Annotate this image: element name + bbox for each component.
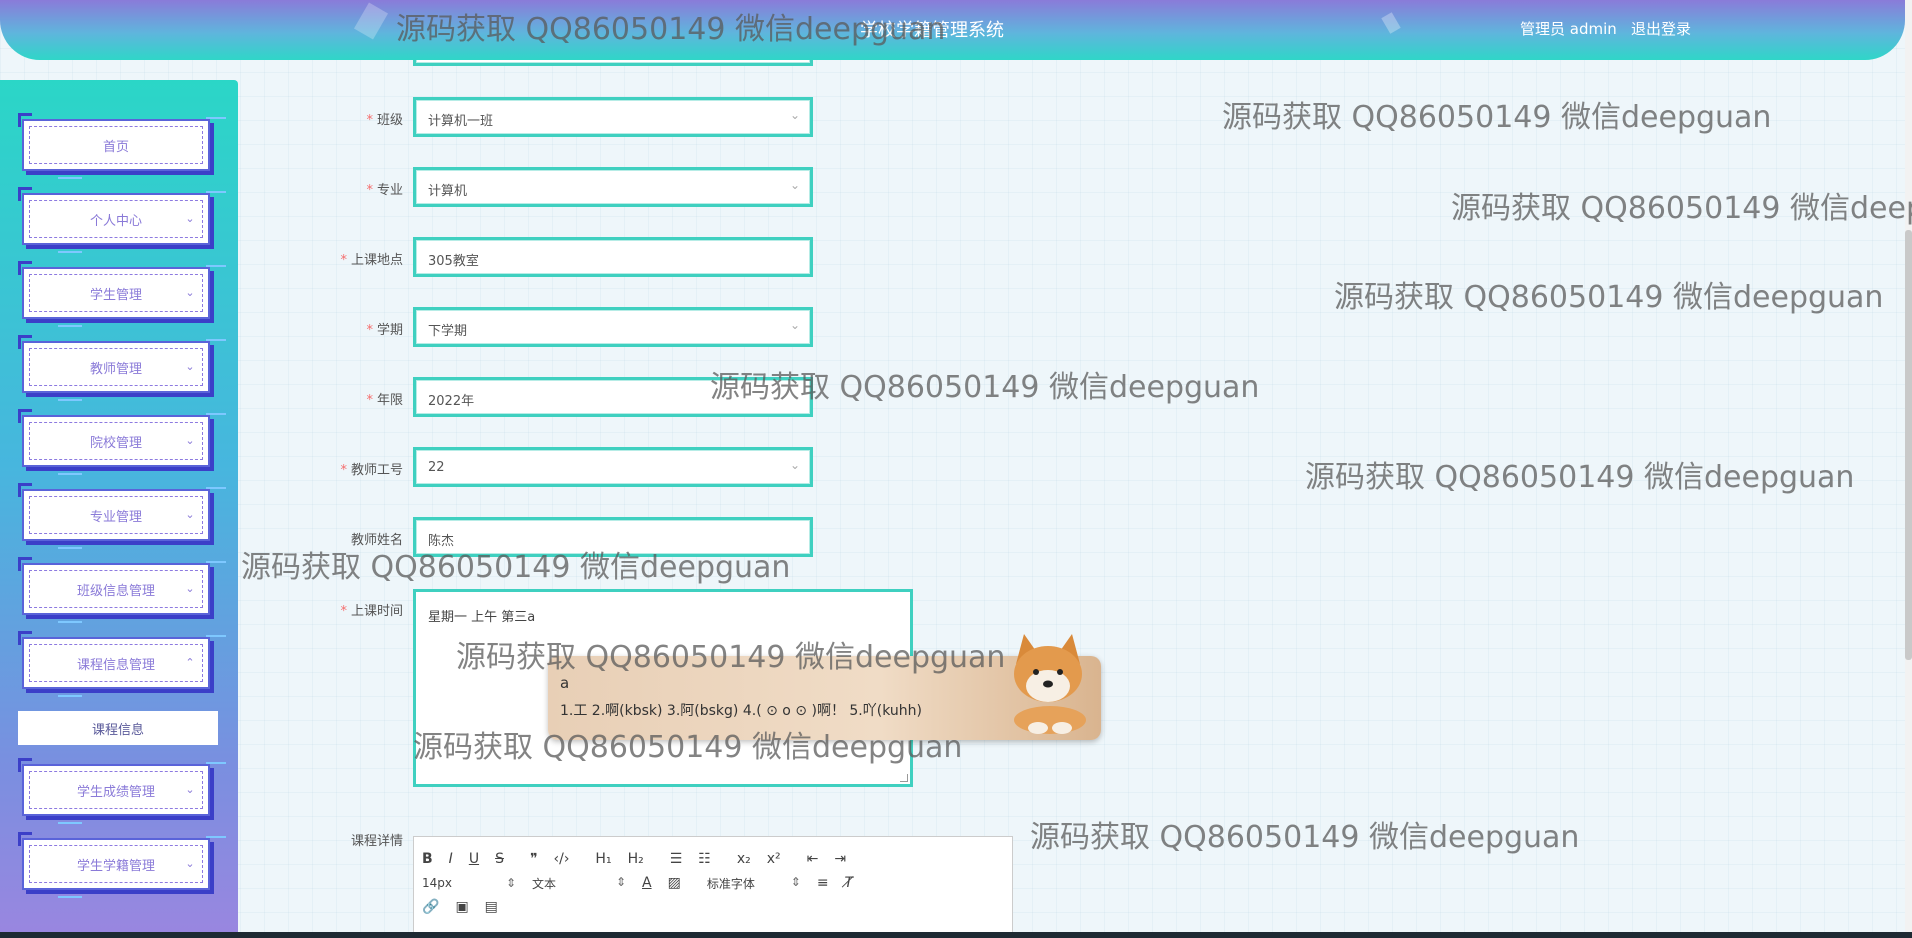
sidebar-subitem-course-info[interactable]: 课程信息	[18, 711, 218, 745]
chevron-down-icon: ⌄	[789, 178, 800, 192]
term-select[interactable]: 下学期 ⌄	[413, 307, 813, 347]
sidebar-item-label: 学生管理	[29, 274, 203, 312]
shiba-dog-icon	[1014, 634, 1086, 734]
ordered-list-icon[interactable]: ☰	[662, 851, 691, 867]
header-decoration	[1381, 12, 1401, 34]
sidebar-item-student-management[interactable]: 学生管理 ⌄	[18, 261, 226, 327]
sidebar-item-personal-center[interactable]: 个人中心 ⌄	[18, 187, 226, 253]
font-color-icon[interactable]: A	[634, 875, 660, 891]
editor-toolbar-row-2: 14px ⇕ 文本 ⇕ A ▨ 标准字体 ⇕ ≡ T̸	[414, 871, 861, 895]
sidebar-item-label: 院校管理	[29, 422, 203, 460]
chevron-down-icon: ⌄	[789, 108, 800, 122]
chevron-down-icon: ⌄	[789, 458, 800, 472]
sidebar-item-major-management[interactable]: 专业管理 ⌄	[18, 483, 226, 549]
block-type-select[interactable]: 文本 ⇕	[524, 875, 634, 892]
year-label: * 年限	[366, 393, 403, 408]
header-decoration	[353, 2, 389, 40]
watermark: 源码获取 QQ86050149 微信deepguan	[1334, 280, 1884, 315]
teacher-id-select[interactable]: 22 ⌄	[413, 447, 813, 487]
chevron-down-icon: ⌄	[185, 857, 195, 870]
watermark: 源码获取 QQ86050149 微信deepguan	[1030, 820, 1580, 855]
watermark: 源码获取 QQ86050149 微信deepguan	[1222, 100, 1772, 135]
font-size-select[interactable]: 14px ⇕	[414, 876, 524, 890]
chevron-down-icon: ⌄	[185, 434, 195, 447]
location-input[interactable]: 305教室	[413, 237, 813, 277]
teacher-id-label: * 教师工号	[340, 463, 403, 478]
superscript-icon[interactable]: x²	[759, 851, 789, 867]
background-color-icon[interactable]: ▨	[660, 875, 689, 891]
link-icon[interactable]: 🔗	[414, 899, 447, 915]
sidebar-item-class-info-management[interactable]: 班级信息管理 ⌄	[18, 557, 226, 623]
logout-link[interactable]: 退出登录	[1631, 18, 1691, 39]
font-family-select[interactable]: 标准字体 ⇕	[699, 875, 809, 892]
course-detail-label: 课程详情	[350, 834, 403, 849]
blockquote-icon[interactable]: ❞	[522, 851, 546, 867]
align-icon[interactable]: ≡	[809, 875, 837, 891]
sidebar-item-label: 首页	[29, 126, 203, 164]
sidebar-item-label: 学生学籍管理	[29, 845, 203, 883]
video-icon[interactable]: ▤	[477, 899, 506, 915]
heading-2-icon[interactable]: H₂	[620, 851, 652, 867]
sidebar-item-teacher-management[interactable]: 教师管理 ⌄	[18, 335, 226, 401]
sidebar-item-course-info-management[interactable]: 课程信息管理 ⌃	[18, 631, 226, 697]
chevron-down-icon: ⌄	[789, 318, 800, 332]
current-user: 管理员 admin	[1520, 20, 1617, 38]
top-header: 学校学籍管理系统 管理员 admin 退出登录	[0, 0, 1905, 60]
chevron-up-icon: ⌃	[185, 656, 195, 669]
taskbar-edge	[0, 932, 1912, 938]
sidebar-item-home[interactable]: 首页	[18, 113, 226, 179]
strikethrough-icon[interactable]: S	[487, 851, 512, 867]
watermark: 源码获取 QQ86050149 微信deepguan	[1451, 191, 1912, 226]
underline-icon[interactable]: U	[461, 851, 487, 867]
code-block-icon[interactable]: ‹/›	[546, 851, 578, 867]
page-scrollbar[interactable]	[1905, 0, 1912, 938]
chevron-down-icon: ⌄	[185, 360, 195, 373]
sidebar-item-label: 个人中心	[29, 200, 203, 238]
sidebar-item-label: 专业管理	[29, 496, 203, 534]
class-time-label: * 上课时间	[340, 604, 403, 619]
subscript-icon[interactable]: x₂	[729, 851, 759, 867]
chevron-down-icon: ⌄	[185, 582, 195, 595]
bold-icon[interactable]: B	[414, 851, 441, 867]
sidebar-item-label: 课程信息管理	[29, 644, 203, 682]
image-icon[interactable]: ▣	[447, 899, 476, 915]
major-select[interactable]: 计算机 ⌄	[413, 167, 813, 207]
editor-toolbar-row-1: B I U S ❞ ‹/› H₁ H₂ ☰ ☷ x₂ x² ⇤ ⇥	[414, 847, 854, 871]
ime-candidate-popup[interactable]: a 1.工 2.啊(kbsk) 3.阿(bskg) 4.( ⊙ o ⊙ )啊！ …	[548, 634, 1101, 740]
location-label: * 上课地点	[340, 253, 403, 268]
sidebar-item-status-management[interactable]: 学生学籍管理 ⌄	[18, 832, 226, 898]
major-label: * 专业	[366, 183, 403, 198]
year-input[interactable]: 2022年	[413, 377, 813, 417]
resize-handle[interactable]	[900, 774, 908, 782]
italic-icon[interactable]: I	[441, 851, 461, 867]
heading-1-icon[interactable]: H₁	[587, 851, 619, 867]
bullet-list-icon[interactable]: ☷	[690, 851, 719, 867]
term-label: * 学期	[366, 323, 403, 338]
sidebar-item-score-management[interactable]: 学生成绩管理 ⌄	[18, 758, 226, 824]
chevron-down-icon: ⌄	[185, 212, 195, 225]
clear-format-icon[interactable]: T̸	[837, 875, 862, 891]
teacher-name-label: 教师姓名	[350, 533, 403, 548]
chevron-down-icon: ⌄	[185, 508, 195, 521]
sidebar-item-label: 学生成绩管理	[29, 771, 203, 809]
ime-input-text: a	[560, 674, 570, 692]
ime-candidates[interactable]: 1.工 2.啊(kbsk) 3.阿(bskg) 4.( ⊙ o ⊙ )啊！ 5.…	[560, 700, 922, 720]
app-title: 学校学籍管理系统	[860, 20, 1004, 41]
indent-icon[interactable]: ⇥	[826, 851, 854, 867]
chevron-down-icon: ⌄	[185, 286, 195, 299]
editor-toolbar-row-3: 🔗 ▣ ▤	[414, 895, 506, 919]
class-select[interactable]: 计算机一班 ⌄	[413, 97, 813, 137]
teacher-name-input[interactable]: 陈杰	[413, 517, 813, 557]
sidebar-item-label: 班级信息管理	[29, 570, 203, 608]
watermark: 源码获取 QQ86050149 微信deepguan	[1305, 460, 1855, 495]
scrollbar-thumb[interactable]	[1905, 230, 1912, 660]
rich-text-editor[interactable]: B I U S ❞ ‹/› H₁ H₂ ☰ ☷ x₂ x² ⇤ ⇥ 14px ⇕ …	[413, 836, 1013, 938]
sidebar-item-label: 教师管理	[29, 348, 203, 386]
sidebar-item-school-management[interactable]: 院校管理 ⌄	[18, 409, 226, 475]
outdent-icon[interactable]: ⇤	[799, 851, 827, 867]
class-label: * 班级	[366, 113, 403, 128]
chevron-down-icon: ⌄	[185, 783, 195, 796]
